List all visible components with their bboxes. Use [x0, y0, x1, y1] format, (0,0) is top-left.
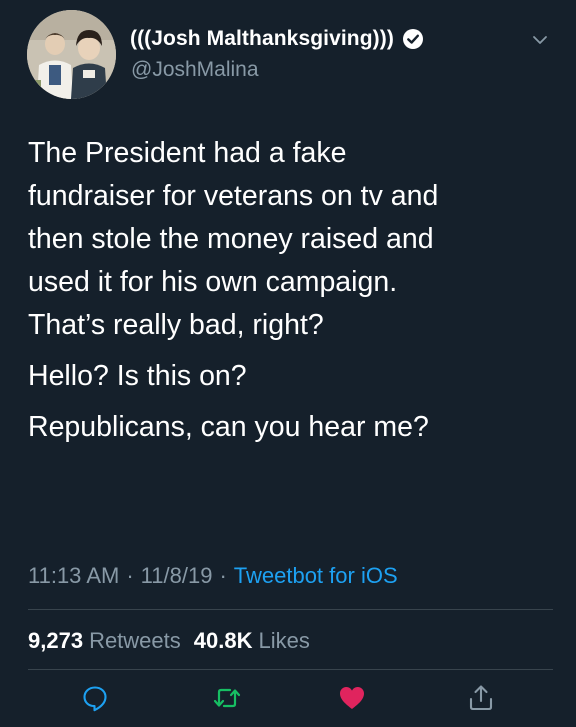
tweet-time: 11:13 AM: [28, 563, 120, 588]
likes-stat[interactable]: 40.8K Likes: [194, 628, 310, 654]
share-icon[interactable]: [466, 683, 496, 713]
author-name-row[interactable]: (((Josh Malthanksgiving))): [130, 26, 424, 52]
reply-icon[interactable]: [80, 683, 110, 713]
retweets-count: 9,273: [28, 628, 84, 653]
tweet-actions: [0, 683, 576, 719]
tweet-line: Hello? Is this on?: [28, 360, 247, 392]
likes-label: Likes: [258, 628, 310, 653]
retweet-icon[interactable]: [212, 683, 242, 713]
tweet-meta: 11:13 AM · 11/8/19 · Tweetbot for iOS: [28, 561, 398, 591]
tweet-line: The President had a fake: [28, 137, 347, 169]
tweet-paragraph: The President had a fake fundraiser for …: [28, 132, 558, 347]
tweet-header: (((Josh Malthanksgiving))) @JoshMalina: [0, 0, 576, 110]
chevron-down-icon[interactable]: [530, 30, 550, 50]
tweet-paragraph: Republicans, can you hear me?: [28, 406, 558, 449]
retweets-label: Retweets: [89, 628, 181, 653]
meta-separator: ·: [126, 563, 134, 588]
tweet-line: fundraiser for veterans on tv and: [28, 180, 439, 212]
author-display-name[interactable]: (((Josh Malthanksgiving))): [130, 27, 394, 51]
tweet-line: used it for his own campaign.: [28, 266, 398, 298]
author-handle[interactable]: @JoshMalina: [131, 58, 259, 82]
tweet-stats: 9,273 Retweets 40.8K Likes: [28, 626, 310, 656]
tweet-line: Republicans, can you hear me?: [28, 411, 429, 443]
verified-badge-icon: [402, 28, 424, 50]
heart-icon[interactable]: [337, 683, 367, 713]
tweet-line: then stole the money raised and: [28, 223, 434, 255]
tweet-line: That’s really bad, right?: [28, 309, 324, 341]
tweet-paragraph: Hello? Is this on?: [28, 355, 558, 398]
avatar-photo: [27, 10, 116, 99]
retweets-stat[interactable]: 9,273 Retweets: [28, 628, 181, 654]
likes-count: 40.8K: [193, 628, 253, 653]
avatar[interactable]: [27, 10, 116, 99]
meta-separator: ·: [219, 563, 227, 588]
tweet-text: The President had a fake fundraiser for …: [28, 132, 558, 449]
divider: [28, 669, 553, 670]
tweet-detail: (((Josh Malthanksgiving))) @JoshMalina T…: [0, 0, 576, 727]
divider: [28, 609, 553, 610]
tweet-date: 11/8/19: [140, 563, 213, 588]
tweet-source-link[interactable]: Tweetbot for iOS: [234, 563, 398, 589]
